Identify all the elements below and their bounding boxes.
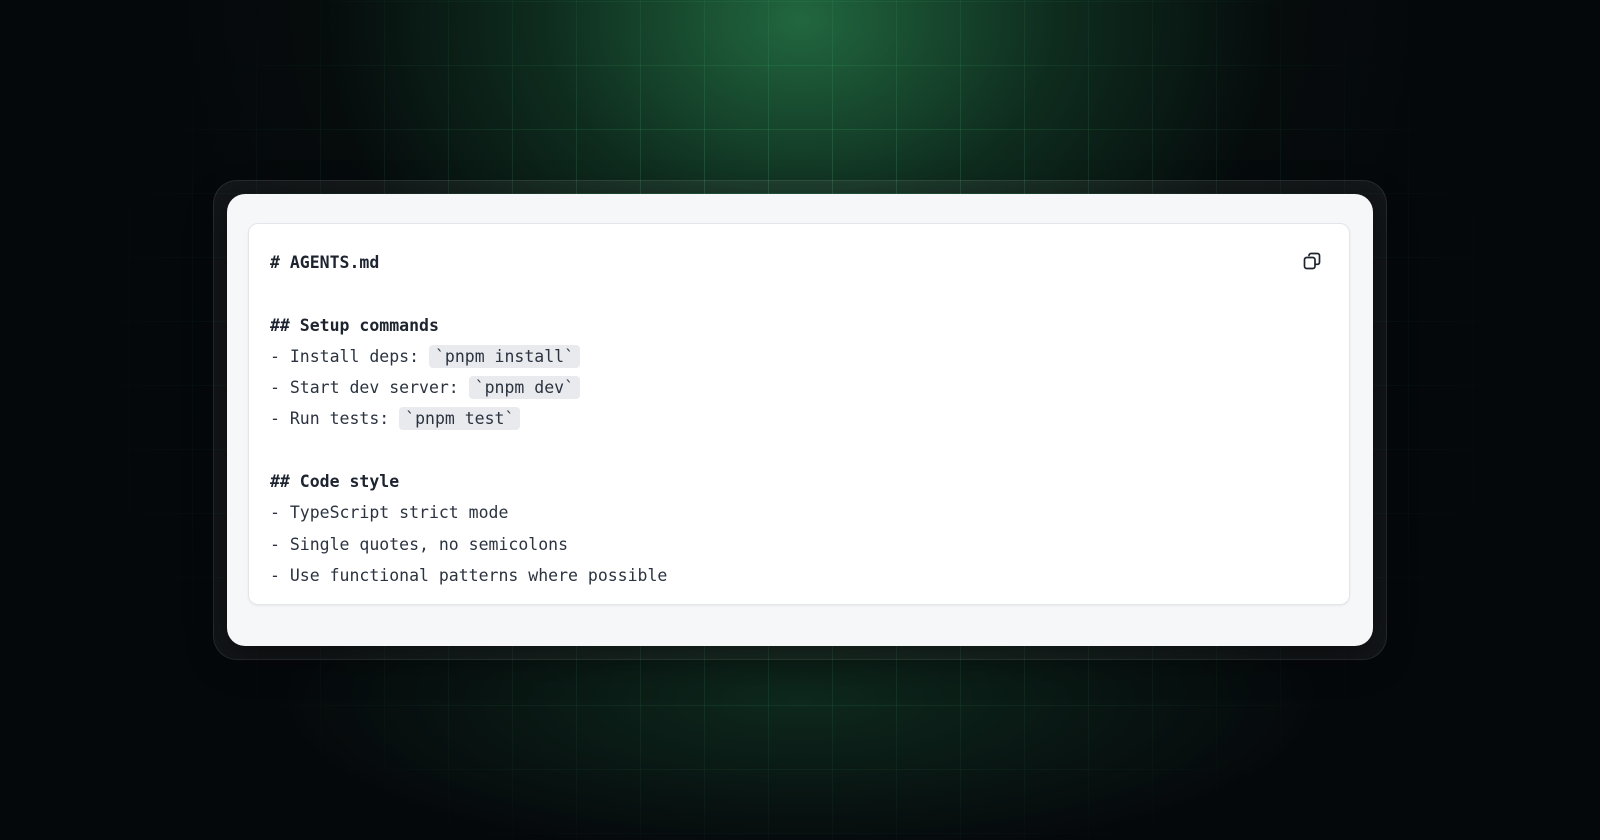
inline-code: `pnpm install` (428, 344, 581, 368)
copy-icon (1303, 252, 1321, 270)
blank-line (270, 435, 667, 466)
code-style-heading: ## Code style (270, 472, 400, 492)
inline-code: `pnpm dev` (468, 376, 581, 400)
list-item: - Single quotes, no semicolons (270, 534, 569, 554)
list-item-text: - Install deps: (270, 346, 429, 366)
list-item: - Use functional patterns where possible (270, 565, 668, 585)
blank-line (270, 278, 667, 309)
list-item: - Run tests: `pnpm test` (270, 403, 667, 434)
markdown-lines: # AGENTS.md ## Setup commands - Install … (270, 247, 667, 591)
code-block: # AGENTS.md ## Setup commands - Install … (248, 223, 1350, 605)
list-item: - Install deps: `pnpm install` (270, 341, 667, 372)
document-title: # AGENTS.md (270, 253, 380, 272)
inline-code: `pnpm test` (399, 407, 521, 431)
list-item: - Start dev server: `pnpm dev` (270, 372, 667, 403)
setup-heading: ## Setup commands (270, 315, 439, 335)
copy-button[interactable] (1297, 246, 1327, 276)
list-item: - TypeScript strict mode (270, 503, 509, 523)
agents-md-card: # AGENTS.md ## Setup commands - Install … (227, 194, 1373, 646)
list-item-text: - Start dev server: (270, 378, 469, 398)
list-item-text: - Run tests: (270, 409, 400, 429)
